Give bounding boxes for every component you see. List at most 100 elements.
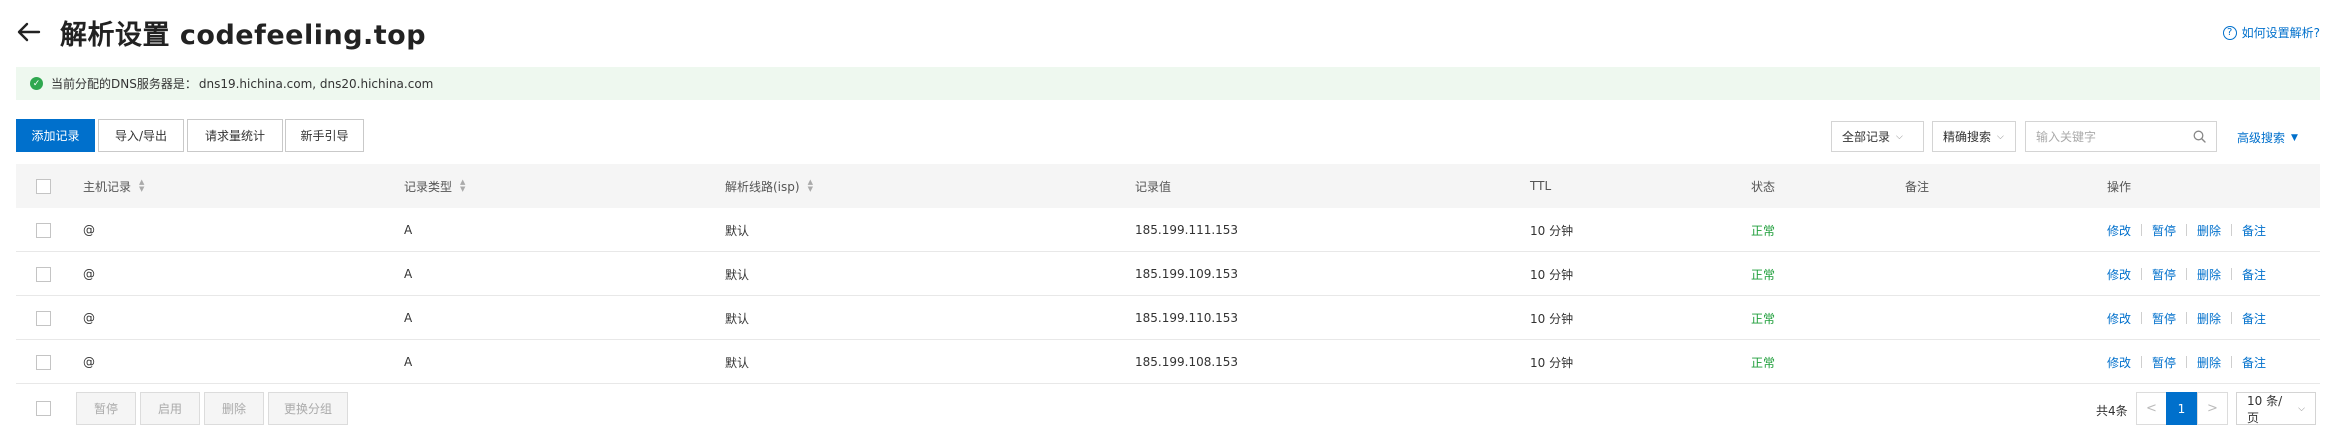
divider — [2186, 312, 2188, 324]
edit-link[interactable]: 修改 — [2107, 354, 2131, 371]
actions-cell: 修改 暂停 删除 备注 — [2107, 252, 2266, 296]
value-cell: 185.199.110.153 — [1135, 311, 1239, 325]
prev-page-button[interactable]: < — [2136, 392, 2167, 425]
batch-delete-button[interactable]: 删除 — [204, 392, 264, 425]
table-row: @ A 默认 185.199.108.153 10 分钟 正常 修改 暂停 删除… — [16, 340, 2320, 384]
type-cell: A — [404, 311, 413, 325]
page-size-select[interactable]: 10 条/页 ⌵ — [2236, 392, 2316, 425]
actions-cell: 修改 暂停 删除 备注 — [2107, 208, 2266, 252]
host-cell: @ — [83, 267, 95, 281]
status-cell: 正常 — [1751, 223, 1776, 238]
row-checkbox[interactable] — [36, 222, 51, 238]
status-cell: 正常 — [1751, 355, 1776, 370]
type-cell: A — [404, 223, 413, 237]
line-cell: 默认 — [725, 311, 750, 326]
edit-link[interactable]: 修改 — [2107, 310, 2131, 327]
divider — [2186, 268, 2188, 280]
divider — [2141, 312, 2143, 324]
import-export-button[interactable]: 导入/导出 — [98, 119, 184, 152]
search-mode-select[interactable]: 精确搜索 ⌵ — [1932, 121, 2016, 152]
edit-link[interactable]: 修改 — [2107, 266, 2131, 283]
column-ttl: TTL — [1530, 164, 1551, 208]
column-type[interactable]: 记录类型 ▲ ▼ — [404, 164, 465, 208]
delete-link[interactable]: 删除 — [2197, 266, 2221, 283]
guide-button[interactable]: 新手引导 — [285, 119, 364, 152]
sort-icon[interactable]: ▲ ▼ — [808, 179, 813, 193]
request-stats-button[interactable]: 请求量统计 — [187, 119, 283, 152]
divider — [2141, 224, 2143, 236]
row-checkbox[interactable] — [36, 266, 51, 282]
column-actions-label: 操作 — [2107, 179, 2132, 194]
next-page-button[interactable]: > — [2197, 392, 2228, 425]
keyword-search[interactable] — [2025, 121, 2217, 152]
value-cell: 185.199.111.153 — [1135, 223, 1239, 237]
column-type-label: 记录类型 — [404, 179, 453, 194]
search-input[interactable] — [2036, 129, 2186, 144]
chevron-down-icon: ⌵ — [1896, 131, 1903, 142]
delete-link[interactable]: 删除 — [2197, 310, 2221, 327]
footer-select-all-checkbox[interactable] — [36, 401, 51, 416]
record-filter-select[interactable]: 全部记录 ⌵ — [1831, 121, 1924, 152]
alert-label: 当前分配的DNS服务器是： — [51, 77, 197, 91]
column-remark-label: 备注 — [1905, 179, 1930, 194]
row-select-cell — [36, 208, 51, 252]
line-cell: 默认 — [725, 355, 750, 370]
pause-link[interactable]: 暂停 — [2152, 354, 2176, 371]
type-cell: A — [404, 267, 413, 281]
row-checkbox[interactable] — [36, 310, 51, 326]
help-link[interactable]: ? 如何设置解析? — [2222, 24, 2320, 41]
search-icon[interactable] — [2193, 130, 2206, 143]
add-record-button[interactable]: 添加记录 — [16, 119, 95, 152]
remark-link[interactable]: 备注 — [2242, 354, 2266, 371]
page-title: 解析设置 codefeeling.top — [60, 19, 427, 51]
host-cell: @ — [83, 223, 95, 237]
record-filter-value: 全部记录 — [1842, 130, 1891, 144]
divider — [2186, 356, 2188, 368]
row-checkbox[interactable] — [36, 354, 51, 370]
table-footer: 暂停 启用 删除 更换分组 共4条 < 1 > 10 条/页 ⌵ — [16, 392, 2320, 425]
host-cell: @ — [83, 311, 95, 325]
table-row: @ A 默认 185.199.109.153 10 分钟 正常 修改 暂停 删除… — [16, 252, 2320, 296]
advanced-search-label: 高级搜索 — [2237, 131, 2286, 145]
remark-link[interactable]: 备注 — [2242, 310, 2266, 327]
pause-link[interactable]: 暂停 — [2152, 310, 2176, 327]
column-host-label: 主机记录 — [83, 179, 132, 194]
question-circle-icon: ? — [2222, 25, 2237, 40]
column-status-label: 状态 — [1751, 179, 1776, 194]
host-cell: @ — [83, 355, 95, 369]
actions-cell: 修改 暂停 删除 备注 — [2107, 340, 2266, 384]
column-host[interactable]: 主机记录 ▲ ▼ — [83, 164, 144, 208]
table-row: @ A 默认 185.199.111.153 10 分钟 正常 修改 暂停 删除… — [16, 208, 2320, 252]
remark-link[interactable]: 备注 — [2242, 222, 2266, 239]
back-arrow-icon[interactable] — [14, 17, 44, 47]
batch-pause-button[interactable]: 暂停 — [76, 392, 136, 425]
advanced-search-link[interactable]: 高级搜索 ▼ — [2237, 129, 2298, 146]
ttl-cell: 10 分钟 — [1530, 267, 1574, 282]
delete-link[interactable]: 删除 — [2197, 354, 2221, 371]
page-size-value: 10 条/页 — [2247, 393, 2283, 425]
sort-icon[interactable]: ▲ ▼ — [460, 179, 465, 193]
batch-enable-button[interactable]: 启用 — [140, 392, 200, 425]
remark-link[interactable]: 备注 — [2242, 266, 2266, 283]
toolbar: 添加记录 导入/导出 请求量统计 新手引导 全部记录 ⌵ 精确搜索 ⌵ 高级搜索… — [16, 119, 2320, 152]
page-1-button[interactable]: 1 — [2166, 392, 2197, 425]
column-value-label: 记录值 — [1135, 179, 1172, 194]
column-line[interactable]: 解析线路(isp) ▲ ▼ — [725, 164, 813, 208]
status-cell: 正常 — [1751, 311, 1776, 326]
help-link-label: 如何设置解析? — [2241, 26, 2320, 40]
dns-records-table: 主机记录 ▲ ▼ 记录类型 ▲ ▼ 解析线路(isp) ▲ ▼ 记录值 TTL 状态 … — [16, 164, 2320, 384]
divider — [2141, 268, 2143, 280]
delete-link[interactable]: 删除 — [2197, 222, 2221, 239]
table-header: 主机记录 ▲ ▼ 记录类型 ▲ ▼ 解析线路(isp) ▲ ▼ 记录值 TTL 状态 … — [16, 164, 2320, 208]
edit-link[interactable]: 修改 — [2107, 222, 2131, 239]
pause-link[interactable]: 暂停 — [2152, 222, 2176, 239]
ttl-cell: 10 分钟 — [1530, 355, 1574, 370]
pause-link[interactable]: 暂停 — [2152, 266, 2176, 283]
chevron-down-icon: ⌵ — [1997, 131, 2004, 142]
sort-icon[interactable]: ▲ ▼ — [139, 179, 144, 193]
divider — [2231, 356, 2233, 368]
select-all-checkbox[interactable] — [36, 178, 51, 194]
column-remark: 备注 — [1905, 164, 1929, 208]
check-circle-icon: ✓ — [30, 77, 43, 90]
change-group-button[interactable]: 更换分组 — [268, 392, 348, 425]
